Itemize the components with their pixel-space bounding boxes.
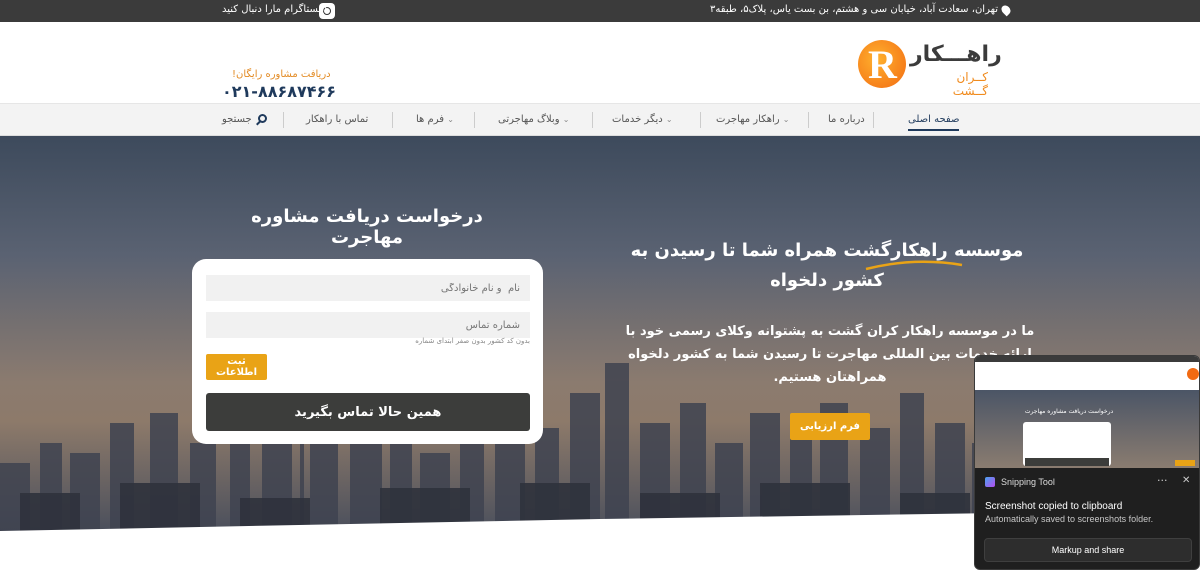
thumb-eval-button [1175,460,1195,466]
address-text: تهران، سعادت آباد، خیابان سی و هشتم، بن … [710,4,998,15]
logo-name: راهـــکار [910,42,1002,67]
evaluation-form-button[interactable]: فرم ارزیابی [790,413,870,440]
nav-item-forms[interactable]: ⌄ فرم ها [416,114,454,125]
chevron-down-icon: ⌄ [447,115,454,124]
nav-item-home[interactable]: صفحه اصلی [908,114,960,131]
nav-label: وبلاگ مهاجرتی [498,114,560,125]
markup-and-share-button[interactable]: Markup and share [984,538,1192,562]
nav-divider [474,112,475,128]
main-nav: صفحه اصلی درباره ما ⌄ راهکار مهاجرت ⌄ دی… [0,104,1200,136]
search-icon [257,114,267,123]
snipping-tool-notification[interactable]: درخواست دریافت مشاوره مهاجرت Snipping To… [974,355,1200,570]
logo-subtitle: کــران گــشت [952,70,988,98]
nav-item-about[interactable]: درباره ما [828,114,865,125]
snipping-tool-icon [985,477,995,487]
nav-item-services[interactable]: ⌄ دیگر خدمات [612,114,673,125]
app-name: Snipping Tool [1001,477,1055,487]
nav-divider [392,112,393,128]
chevron-down-icon: ⌄ [782,115,790,124]
nav-divider [808,112,809,128]
name-input[interactable] [206,275,530,301]
thumb-form-title: درخواست دریافت مشاوره مهاجرت [1024,408,1114,415]
free-consult-label: دریافت مشاوره رایگان! [232,69,331,80]
call-now-button[interactable]: همین حالا تماس بگیرید [206,393,530,431]
search-button[interactable]: جستجو [222,114,267,125]
nav-item-immigration[interactable]: ⌄ راهکار مهاجرت [716,114,789,125]
nav-label: راهکار مهاجرت [716,114,780,125]
top-bar: تهران، سعادت آباد، خیابان سی و هشتم، بن … [0,0,1200,22]
instagram-link[interactable]: اینستاگرام مارا دنبال کنید [222,4,327,15]
nav-divider [873,112,874,128]
nav-label: دیگر خدمات [612,114,663,125]
thumb-header [975,362,1199,390]
form-title: درخواست دریافت مشاوره مهاجرت [251,206,483,248]
location-pin-icon [999,3,1013,16]
more-options-icon[interactable]: ··· [1157,474,1168,487]
nav-divider [283,112,284,128]
logo-mark-icon [858,40,906,88]
underline-swoosh [865,260,963,271]
chevron-down-icon: ⌄ [665,115,673,124]
phone-number[interactable]: ۰۲۱-۸۸۶۸۷۴۶۶ [222,82,336,101]
nav-divider [592,112,593,128]
chevron-down-icon: ⌄ [562,115,570,124]
site-header: راهـــکار کــران گــشت دریافت مشاوره رای… [0,22,1200,104]
address: تهران، سعادت آباد، خیابان سی و هشتم، بن … [710,3,1013,16]
hero-heading: موسسه راهکارگشت همراه شما تا رسیدن به کش… [630,240,1024,291]
nav-item-blog[interactable]: ⌄ وبلاگ مهاجرتی [498,114,569,125]
logo[interactable]: راهـــکار کــران گــشت [858,40,1002,98]
nav-label: فرم ها [416,114,444,125]
nav-divider [700,112,701,128]
screenshot-thumbnail[interactable]: درخواست دریافت مشاوره مهاجرت [975,356,1199,468]
submit-button[interactable]: ثبت اطلاعات [206,354,267,380]
thumb-logo-icon [1187,368,1199,380]
phone-hint: بدون کد کشور بدون صفر ابتدای شماره [415,337,530,345]
notification-description: Automatically saved to screenshots folde… [985,514,1154,524]
phone-input[interactable] [206,312,530,338]
search-label: جستجو [222,114,252,125]
consult-form-card: بدون کد کشور بدون صفر ابتدای شماره ثبت ا… [192,259,543,444]
nav-item-contact[interactable]: تماس با راهکار [306,114,368,125]
thumb-call-button [1025,458,1109,466]
close-icon[interactable]: ✕ [1182,475,1190,486]
notification-title: Screenshot copied to clipboard [985,501,1123,512]
